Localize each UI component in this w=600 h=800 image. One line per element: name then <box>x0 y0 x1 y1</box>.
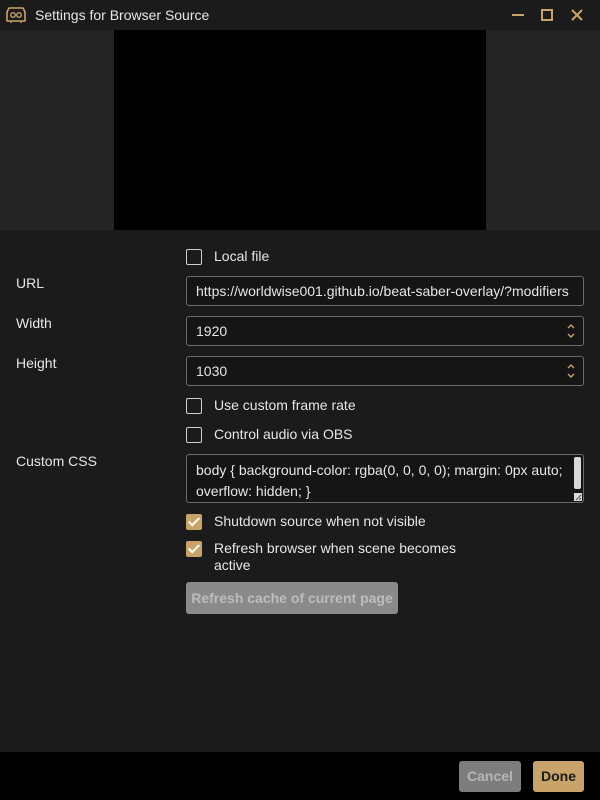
cancel-button[interactable]: Cancel <box>459 761 521 792</box>
refresh-browser-checkbox[interactable] <box>186 541 202 557</box>
local-file-label: Local file <box>214 248 270 264</box>
control-audio-label: Control audio via OBS <box>214 426 353 442</box>
refresh-browser-row[interactable]: Refresh browser when scene becomes activ… <box>186 540 456 574</box>
url-value: https://worldwise001.github.io/beat-sabe… <box>196 283 569 299</box>
width-value: 1920 <box>196 323 228 339</box>
source-preview <box>0 30 600 230</box>
dialog-footer: Cancel Done <box>0 752 600 800</box>
shutdown-source-label: Shutdown source when not visible <box>214 513 426 529</box>
custom-css-line-2: overflow: hidden; } <box>196 483 311 499</box>
control-audio-row[interactable]: Control audio via OBS <box>186 426 353 446</box>
shutdown-source-row[interactable]: Shutdown source when not visible <box>186 513 426 533</box>
spin-arrows-icon[interactable] <box>566 322 576 340</box>
url-input[interactable]: https://worldwise001.github.io/beat-sabe… <box>186 276 584 306</box>
custom-frame-rate-checkbox[interactable] <box>186 398 202 414</box>
local-file-checkbox[interactable] <box>186 249 202 265</box>
resize-grip-icon[interactable] <box>574 493 582 501</box>
textarea-scrollbar[interactable] <box>574 457 581 489</box>
height-label: Height <box>16 355 57 371</box>
refresh-browser-label-line-1: Refresh browser when scene becomes <box>214 540 457 556</box>
minimize-icon[interactable] <box>508 5 528 25</box>
control-audio-checkbox[interactable] <box>186 427 202 443</box>
refresh-cache-button[interactable]: Refresh cache of current page <box>186 582 398 614</box>
custom-frame-rate-label: Use custom frame rate <box>214 397 356 413</box>
custom-css-line-1: body { background-color: rgba(0, 0, 0, 0… <box>196 462 563 478</box>
custom-frame-rate-row[interactable]: Use custom frame rate <box>186 397 356 417</box>
custom-css-label: Custom CSS <box>16 453 97 469</box>
obs-logo-icon <box>6 7 26 23</box>
preview-canvas <box>114 30 486 230</box>
shutdown-source-checkbox[interactable] <box>186 514 202 530</box>
properties-form: Local file URL https://worldwise001.gith… <box>0 230 600 752</box>
maximize-icon[interactable] <box>537 5 557 25</box>
title-bar: Settings for Browser Source <box>0 0 600 30</box>
window-title: Settings for Browser Source <box>35 7 210 23</box>
width-spinbox[interactable]: 1920 <box>186 316 584 346</box>
url-label: URL <box>16 275 45 291</box>
width-label: Width <box>16 315 52 331</box>
done-button[interactable]: Done <box>533 761 584 792</box>
local-file-row[interactable]: Local file <box>186 248 269 268</box>
custom-css-textarea[interactable]: body { background-color: rgba(0, 0, 0, 0… <box>186 454 584 503</box>
refresh-browser-label-line-2: active <box>214 557 251 573</box>
spin-arrows-icon[interactable] <box>566 362 576 380</box>
close-icon[interactable] <box>567 5 587 25</box>
height-spinbox[interactable]: 1030 <box>186 356 584 386</box>
refresh-browser-label: Refresh browser when scene becomes activ… <box>214 540 456 574</box>
height-value: 1030 <box>196 363 228 379</box>
